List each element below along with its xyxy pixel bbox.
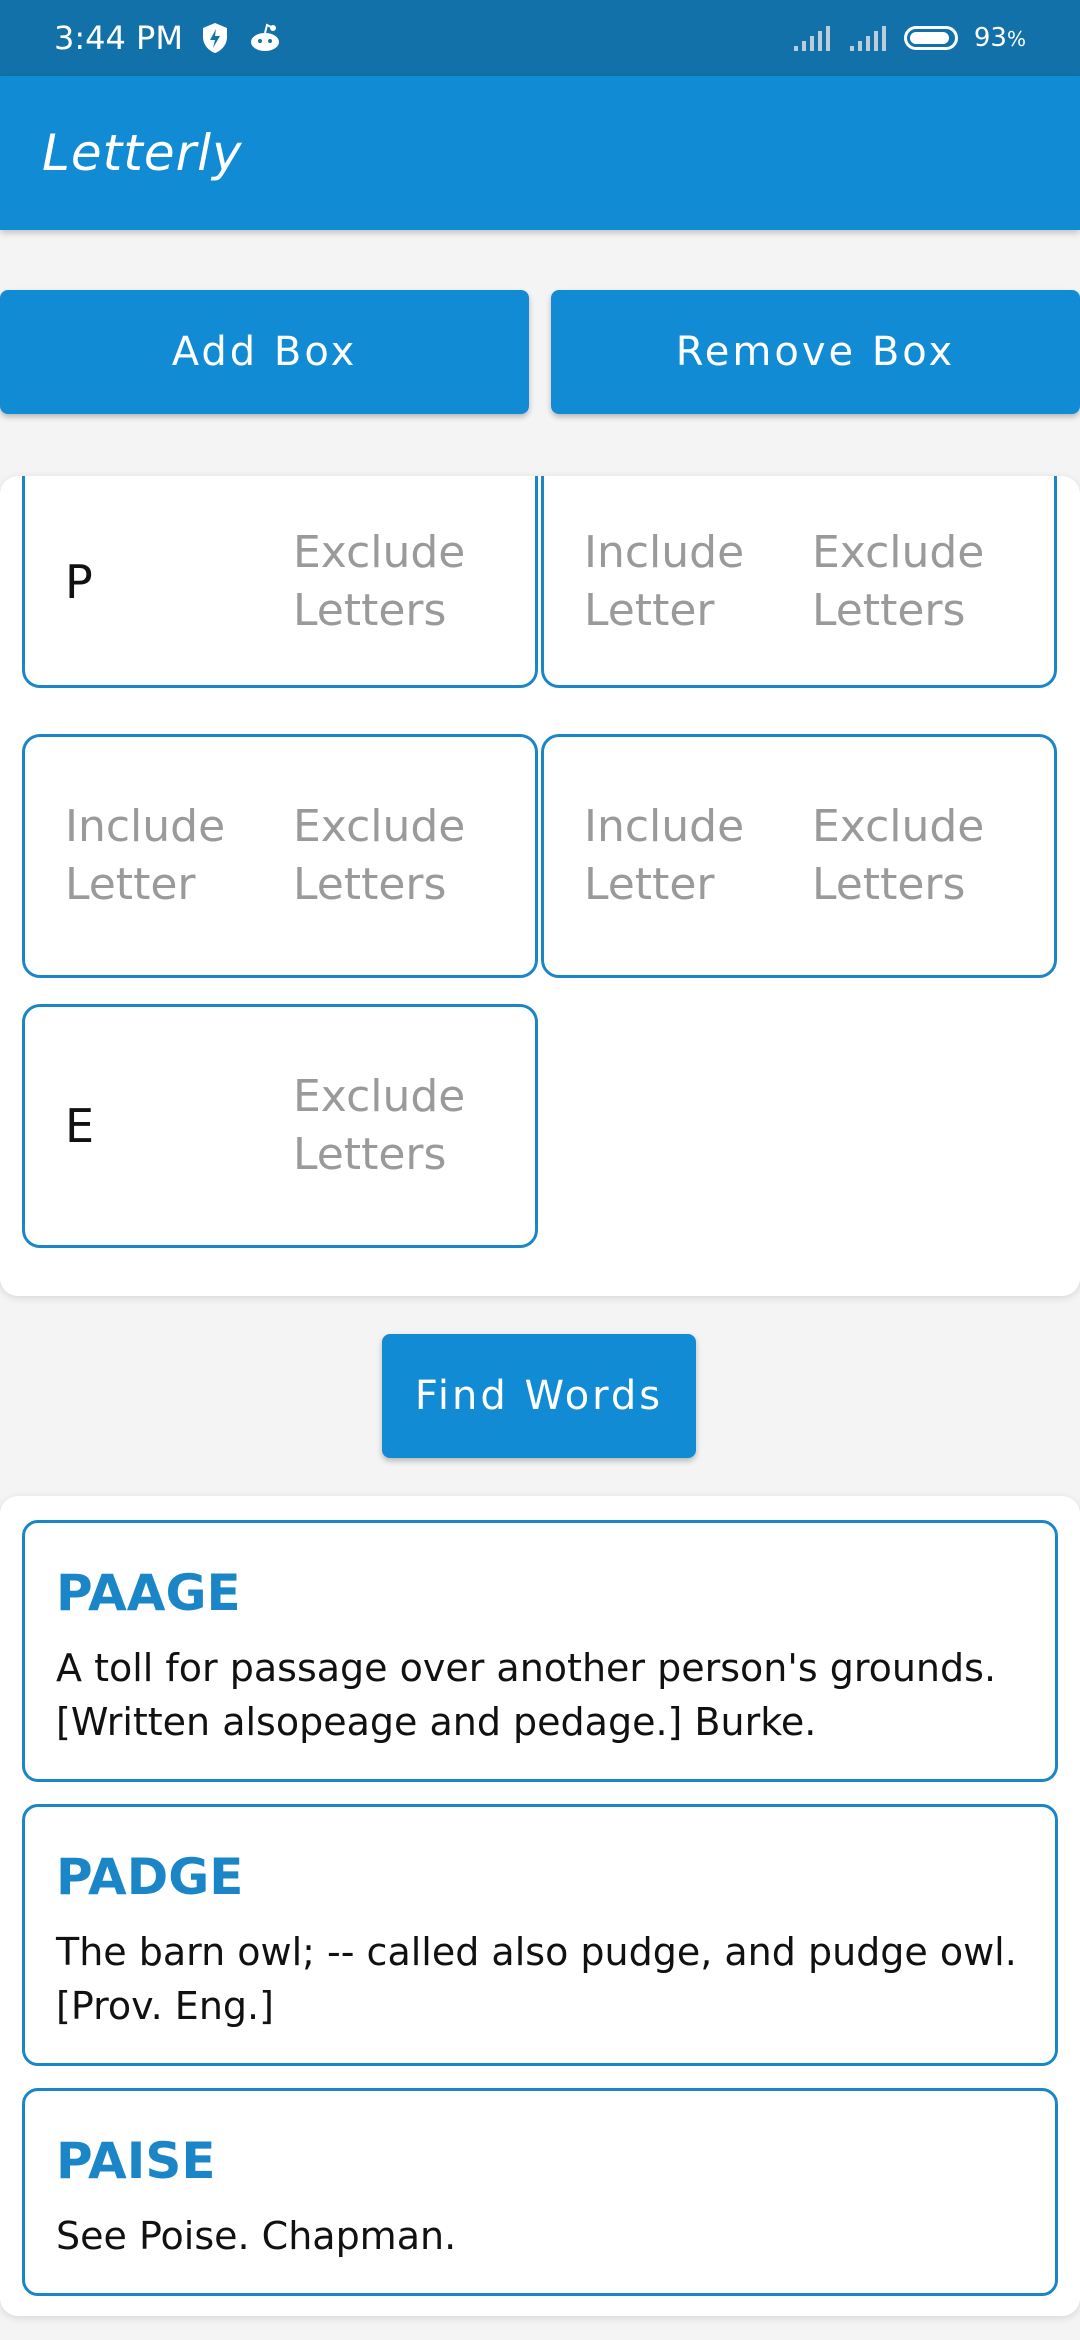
- exclude-letters-field[interactable]: Exclude Letters: [293, 1007, 523, 1245]
- exclude-letters-field[interactable]: Exclude Letters: [293, 479, 523, 685]
- letter-box: Include Letter Exclude Letters: [541, 476, 1057, 688]
- result-definition: See Poise. Chapman.: [56, 2214, 457, 2258]
- app-bar: Letterly: [0, 76, 1080, 230]
- include-letter-field[interactable]: Include Letter: [584, 479, 784, 685]
- find-words-button[interactable]: Find Words: [382, 1334, 696, 1458]
- list-item[interactable]: PAISE See Poise. Chapman.: [22, 2088, 1058, 2296]
- app-title: Letterly: [42, 124, 243, 182]
- result-word: PAAGE: [56, 1564, 241, 1622]
- include-letter-field[interactable]: E: [65, 1007, 265, 1245]
- include-letter-field[interactable]: P: [65, 479, 265, 685]
- letter-box: P Exclude Letters: [22, 476, 538, 688]
- signal-icon: [792, 24, 832, 52]
- result-definition: The barn owl; -- called also pudge, and …: [56, 1930, 1017, 2028]
- result-word: PADGE: [56, 1848, 244, 1906]
- signal-icon: [848, 24, 888, 52]
- letter-boxes-panel: P Exclude Letters Include Letter Exclude…: [0, 476, 1080, 1296]
- battery-percent: 93: [973, 23, 1007, 53]
- exclude-letters-field[interactable]: Exclude Letters: [812, 479, 1042, 685]
- status-time: 3:44 PM: [54, 19, 183, 57]
- letter-box: Include Letter Exclude Letters: [541, 734, 1057, 978]
- result-word: PAISE: [56, 2132, 216, 2190]
- exclude-letters-field[interactable]: Exclude Letters: [293, 737, 523, 975]
- reddit-icon: [247, 22, 283, 54]
- list-item[interactable]: PADGE The barn owl; -- called also pudge…: [22, 1804, 1058, 2066]
- add-box-button[interactable]: Add Box: [0, 290, 529, 414]
- exclude-letters-field[interactable]: Exclude Letters: [812, 737, 1042, 975]
- remove-box-button[interactable]: Remove Box: [551, 290, 1080, 414]
- shield-icon: [201, 22, 229, 54]
- include-letter-field[interactable]: Include Letter: [65, 737, 265, 975]
- include-letter-field[interactable]: Include Letter: [584, 737, 784, 975]
- results-list: PAAGE A toll for passage over another pe…: [0, 1496, 1080, 2316]
- letter-box: E Exclude Letters: [22, 1004, 538, 1248]
- status-bar: 3:44 PM 93%: [0, 0, 1080, 76]
- letter-box: Include Letter Exclude Letters: [22, 734, 538, 978]
- list-item[interactable]: PAAGE A toll for passage over another pe…: [22, 1520, 1058, 1782]
- result-definition: A toll for passage over another person's…: [56, 1646, 997, 1744]
- battery-unit: %: [1006, 27, 1026, 51]
- battery-icon: [903, 26, 958, 50]
